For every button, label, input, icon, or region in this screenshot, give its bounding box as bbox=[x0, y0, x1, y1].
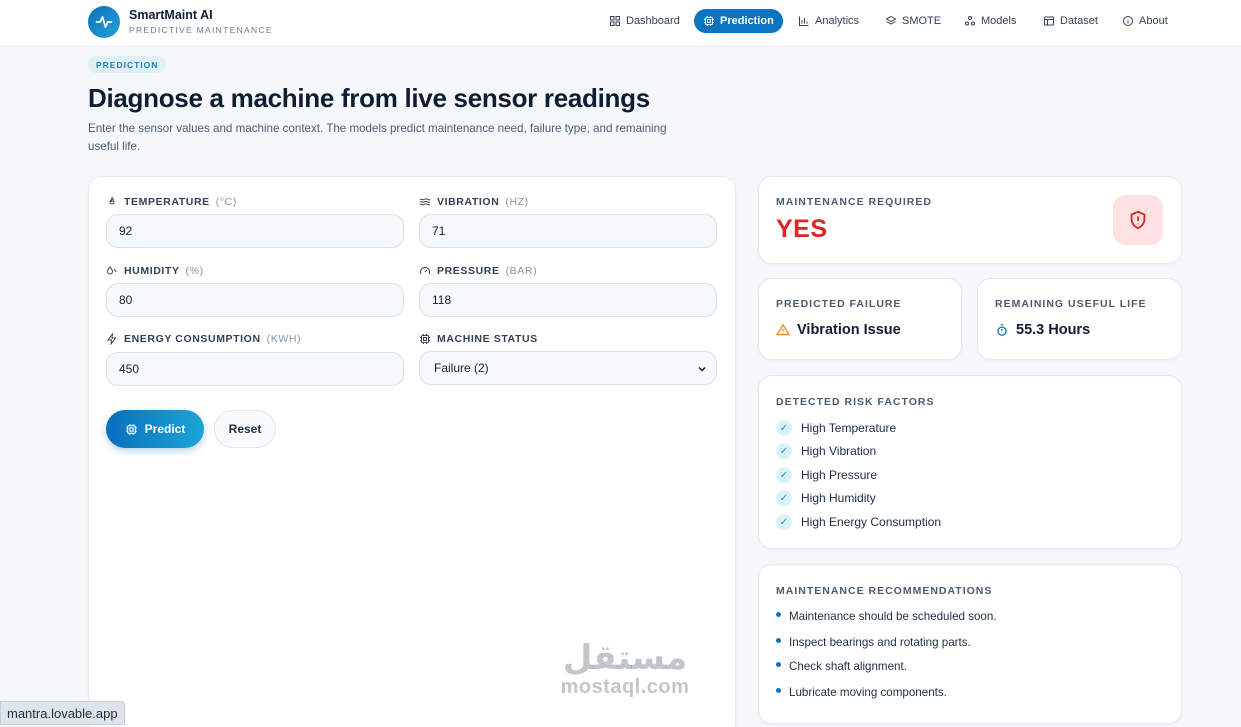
rul-value: 55.3 Hours bbox=[995, 322, 1090, 338]
nav-label: Models bbox=[981, 15, 1017, 27]
check-icon: ✓ bbox=[776, 490, 792, 506]
vibration-label: VIBRATION (HZ) bbox=[419, 196, 529, 208]
page-title: Diagnose a machine from live sensor read… bbox=[88, 83, 650, 113]
status-url: mantra.lovable.app bbox=[0, 701, 125, 725]
recommendations-label: MAINTENANCE RECOMMENDATIONS bbox=[776, 585, 993, 597]
risk-item: ✓ High Pressure bbox=[776, 467, 877, 483]
machine-status-label: MACHINE STATUS bbox=[419, 333, 538, 345]
logo-pulse-icon[interactable] bbox=[88, 6, 120, 38]
maintenance-value: YES bbox=[776, 215, 828, 243]
gauge-icon bbox=[420, 267, 430, 275]
nav-label: About bbox=[1139, 15, 1168, 27]
brand-name[interactable]: SmartMaint AI bbox=[129, 8, 213, 22]
droplets-icon bbox=[106, 266, 117, 275]
recommendation-item: Inspect bearings and rotating parts. bbox=[776, 636, 971, 649]
predict-button[interactable]: Predict bbox=[106, 410, 204, 448]
machine-status-value: Failure (2) bbox=[434, 361, 489, 375]
energy-label: ENERGY CONSUMPTION (KWH) bbox=[106, 333, 301, 345]
temperature-input[interactable]: 92 bbox=[106, 214, 404, 248]
predicted-failure-label: PREDICTED FAILURE bbox=[776, 298, 902, 310]
vibration-input[interactable]: 71 bbox=[419, 214, 717, 248]
nav-label: SMOTE bbox=[902, 15, 942, 27]
predicted-failure-card bbox=[758, 278, 962, 360]
nav-dashboard[interactable]: Dashboard bbox=[600, 9, 689, 33]
bullet-icon bbox=[776, 662, 781, 667]
page-description: Enter the sensor values and machine cont… bbox=[88, 122, 667, 153]
bullet-icon bbox=[776, 688, 781, 693]
timer-icon bbox=[997, 324, 1007, 336]
humidity-input[interactable]: 80 bbox=[106, 283, 404, 317]
watermark-latin: mostaql.com bbox=[560, 676, 690, 698]
cpu-icon bbox=[420, 334, 430, 344]
nav-prediction[interactable]: Prediction bbox=[694, 9, 783, 33]
rul-card bbox=[977, 278, 1182, 360]
thermometer-icon bbox=[109, 196, 115, 205]
check-icon: ✓ bbox=[776, 443, 792, 459]
check-icon: ✓ bbox=[776, 467, 792, 483]
risk-item: ✓ High Temperature bbox=[776, 420, 896, 436]
predicted-failure-value: Vibration Issue bbox=[776, 322, 901, 338]
rul-label: REMAINING USEFUL LIFE bbox=[995, 298, 1147, 310]
info-icon bbox=[1123, 16, 1133, 26]
nav-models[interactable]: Models bbox=[955, 9, 1025, 33]
check-icon: ✓ bbox=[776, 514, 792, 530]
cpu-icon bbox=[704, 16, 714, 26]
watermark-arabic: مستقل bbox=[562, 638, 688, 678]
waves-icon bbox=[419, 198, 431, 206]
nav-label: Analytics bbox=[815, 15, 860, 27]
risk-item: ✓ High Humidity bbox=[776, 490, 876, 506]
risk-item: ✓ High Vibration bbox=[776, 443, 876, 459]
network-icon bbox=[965, 16, 975, 26]
maintenance-label: MAINTENANCE REQUIRED bbox=[776, 196, 932, 208]
humidity-label: HUMIDITY (%) bbox=[106, 265, 204, 277]
top-navbar: SmartMaint AI PREDICTIVE MAINTENANCE Das… bbox=[0, 0, 1241, 47]
chevron-down-icon bbox=[698, 366, 706, 372]
shield-alert-icon bbox=[1113, 195, 1163, 245]
machine-status-select[interactable]: Failure (2) bbox=[419, 351, 717, 385]
bullet-icon bbox=[776, 612, 781, 617]
pressure-label: PRESSURE (BAR) bbox=[419, 265, 537, 277]
grid-icon bbox=[610, 16, 620, 26]
bullet-icon bbox=[776, 638, 781, 643]
layers-icon bbox=[885, 15, 897, 25]
temperature-label: TEMPERATURE (°C) bbox=[106, 196, 237, 208]
risk-factors-label: DETECTED RISK FACTORS bbox=[776, 396, 935, 408]
check-icon: ✓ bbox=[776, 420, 792, 436]
nav-label: Dashboard bbox=[626, 15, 680, 27]
reset-button[interactable]: Reset bbox=[214, 410, 276, 448]
predict-label: Predict bbox=[144, 422, 186, 436]
warning-triangle-icon bbox=[776, 323, 790, 336]
watermark: مستقل mostaql.com bbox=[545, 640, 705, 698]
pressure-input[interactable]: 118 bbox=[419, 283, 717, 317]
nav-about[interactable]: About bbox=[1113, 9, 1177, 33]
nav-label: Prediction bbox=[720, 15, 774, 27]
recommendation-item: Lubricate moving components. bbox=[776, 686, 947, 699]
nav-label: Dataset bbox=[1060, 15, 1098, 27]
recommendation-item: Check shaft alignment. bbox=[776, 660, 907, 673]
nav-dataset[interactable]: Dataset bbox=[1034, 9, 1107, 33]
brand-subtitle: PREDICTIVE MAINTENANCE bbox=[129, 25, 273, 35]
bar-chart-icon bbox=[799, 16, 809, 26]
risk-item: ✓ High Energy Consumption bbox=[776, 514, 941, 530]
recommendation-item: Maintenance should be scheduled soon. bbox=[776, 610, 997, 623]
nav-analytics[interactable]: Analytics bbox=[789, 9, 868, 33]
zap-icon bbox=[107, 333, 117, 345]
energy-input[interactable]: 450 bbox=[106, 352, 404, 386]
table-icon bbox=[1044, 16, 1054, 26]
cpu-icon bbox=[125, 423, 137, 435]
section-pill: PREDICTION bbox=[88, 56, 167, 73]
nav-smote[interactable]: SMOTE bbox=[876, 9, 950, 33]
